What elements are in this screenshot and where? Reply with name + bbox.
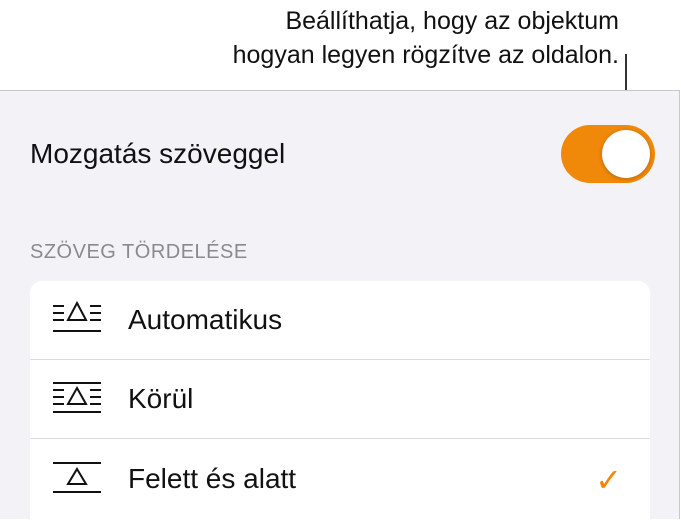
list-item-around[interactable]: Körül xyxy=(30,360,650,439)
move-with-text-row: Mozgatás szöveggel xyxy=(30,125,655,183)
option-label: Körül xyxy=(128,383,194,414)
move-with-text-label: Mozgatás szöveggel xyxy=(30,138,286,169)
toggle-knob xyxy=(602,130,650,178)
callout-line-1: Beállíthatja, hogy az objektum xyxy=(285,7,619,35)
text-wrap-options-list: Automatikus Körül Felett és alatt ✓ xyxy=(30,281,650,520)
wrap-automatic-icon xyxy=(53,300,101,332)
arrange-panel: Mozgatás szöveggel SZÖVEG TÖRDELÉSE Auto… xyxy=(0,90,680,520)
list-item-above-below[interactable]: Felett és alatt ✓ xyxy=(30,439,650,518)
text-wrap-section-title: SZÖVEG TÖRDELÉSE xyxy=(30,241,248,263)
list-item-automatic[interactable]: Automatikus xyxy=(30,281,650,360)
wrap-above-below-icon xyxy=(53,461,101,493)
option-label: Felett és alatt xyxy=(128,462,297,494)
callout-line-2: hogyan legyen rögzítve az oldalon. xyxy=(232,41,619,69)
option-label: Automatikus xyxy=(128,304,283,335)
move-with-text-toggle[interactable] xyxy=(561,125,655,183)
callout-text: Beállíthatja, hogy az objektum hogyan le… xyxy=(99,4,619,72)
wrap-around-icon xyxy=(53,382,101,413)
checkmark-icon: ✓ xyxy=(595,462,622,498)
